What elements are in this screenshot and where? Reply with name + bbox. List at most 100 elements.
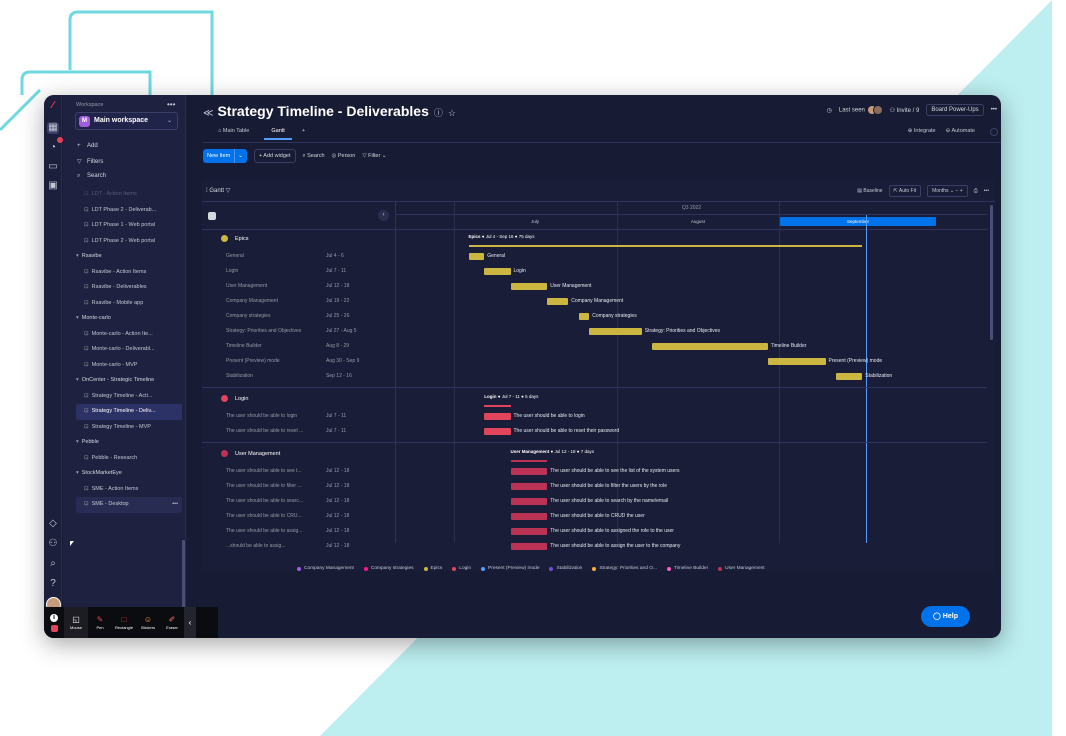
gantt-bar[interactable] — [510, 283, 548, 290]
gantt-bar[interactable] — [484, 428, 511, 435]
filters-action[interactable]: ▽ Filters — [77, 158, 103, 165]
mouse-tool[interactable]: ◱ Mouse — [64, 607, 88, 638]
gantt-item-row[interactable]: Strategy: Priorities and Objectives Jul 2… — [202, 324, 987, 339]
gantt-bar[interactable] — [468, 253, 485, 260]
gantt-bar[interactable] — [510, 513, 548, 520]
gantt-group-row[interactable]: Login Login ● Jul 7 - 11 ● 5 days — [202, 392, 987, 407]
gantt-item-row[interactable]: Timeline Builder Aug 8 - 29 Timeline Build… — [202, 339, 987, 354]
gantt-item-row[interactable]: Present (Preview) mode Aug 30 - Sep 9 Pres… — [202, 354, 987, 369]
calendar-icon[interactable]: ▣ — [47, 180, 59, 192]
sidebar-folder[interactable]: ▾ OnCenter - Strategic Timeline — [76, 373, 182, 389]
integrate-button[interactable]: ⊕ Integrate — [908, 128, 936, 134]
gantt-item-row[interactable]: The user should be able to see t... Jul 1… — [202, 464, 987, 479]
stickers-tool[interactable]: ☺ Stickers — [136, 607, 160, 638]
group-summary-bar[interactable] — [468, 245, 863, 247]
gantt-group-row[interactable]: Epics Epics ● Jul 4 - Sep 16 ● 75 days — [202, 232, 987, 247]
export-icon[interactable]: ⎙ — [974, 188, 978, 194]
help-icon[interactable]: ? — [47, 578, 59, 590]
sidebar-board-item[interactable]: ⊡ SME - Desktop ••• — [76, 497, 182, 513]
collapse-header-button[interactable] — [990, 128, 998, 136]
gantt-item-row[interactable]: Company strategies Jul 25 - 26 Company str… — [202, 309, 987, 324]
puzzle-icon[interactable]: ◇ — [47, 518, 59, 530]
sidebar-folder[interactable]: ▾ Monte-carlo — [76, 311, 182, 327]
gantt-item-row[interactable]: The user should be able to searc... Jul 1… — [202, 494, 987, 509]
invite-button[interactable]: ⚇ Invite / 9 — [890, 107, 920, 114]
search-icon[interactable]: ⌕ — [47, 558, 59, 570]
gantt-item-row[interactable]: General Jul 4 - 6 General — [202, 249, 987, 264]
group-summary-bar[interactable] — [510, 460, 548, 462]
sidebar-folder[interactable]: ▾ StockMarketEye — [76, 466, 182, 482]
rectangle-tool[interactable]: □ Rectangle — [112, 607, 136, 638]
more-icon[interactable]: ••• — [172, 497, 178, 513]
sidebar-board-item[interactable]: ⊡ Strategy Timeline - Deliv... — [76, 404, 182, 420]
gantt-bar[interactable] — [510, 543, 548, 550]
sidebar-folder[interactable]: ▾ Rsavibe — [76, 249, 182, 265]
zoom-out-button[interactable]: − — [955, 188, 958, 194]
gantt-bar[interactable] — [510, 498, 548, 505]
gantt-bar[interactable] — [484, 413, 511, 420]
add-widget-button[interactable]: + Add widget — [253, 149, 296, 163]
sidebar-board-item[interactable]: ⊡ LDT Phase 2 - Web portal — [76, 234, 182, 250]
monday-logo-icon[interactable]: ∕ — [47, 100, 59, 112]
more-icon[interactable]: ••• — [984, 188, 989, 194]
zoom-in-button[interactable]: + — [960, 188, 963, 194]
gantt-bar[interactable] — [510, 468, 548, 475]
sidebar-board-item[interactable]: ⊡ Strategy Timeline - MVP — [76, 420, 182, 436]
auto-fit-button[interactable]: ⇱ Auto Fit — [888, 185, 922, 197]
workspace-selector[interactable]: M Main workspace ⌄ — [75, 112, 178, 130]
stop-button[interactable] — [50, 624, 58, 632]
filter-icon[interactable]: ▽ — [226, 188, 231, 194]
sidebar-board-item[interactable]: ⊡ SME - Action Items — [76, 482, 182, 498]
activity-icon[interactable]: ◷ — [827, 107, 832, 114]
gantt-group-row[interactable]: User Management User Management ● Jul 12 … — [202, 447, 987, 462]
sidebar-board-item[interactable]: ⊡ LDT Phase 1 - Web portal — [76, 218, 182, 234]
baseline-button[interactable]: ▤ Baseline — [857, 188, 882, 194]
sidebar-board-item[interactable]: ⊡ Monte-carlo - MVP — [76, 358, 182, 374]
grid-icon[interactable]: ▦ — [47, 122, 59, 134]
gantt-bar[interactable] — [484, 268, 511, 275]
gantt-item-row[interactable]: ...should be able to assig... Jul 12 - 18… — [202, 539, 987, 554]
automate-button[interactable]: ⊖ Automate — [946, 128, 975, 134]
invite-members-icon[interactable]: ⚇ — [47, 538, 59, 550]
pen-tool[interactable]: ✎ Pen — [88, 607, 112, 638]
new-item-button[interactable]: New Item ⌄ — [203, 149, 247, 163]
search-button[interactable]: ⌕ Search — [303, 153, 325, 160]
tab-gantt[interactable]: Gantt — [260, 128, 295, 140]
workspace-more-icon[interactable]: ••• — [167, 100, 175, 109]
person-filter-button[interactable]: ◎ Person — [332, 153, 356, 159]
add-action[interactable]: + Add — [77, 143, 98, 149]
gantt-bar[interactable] — [510, 483, 548, 490]
gantt-bar[interactable] — [510, 528, 548, 535]
gantt-bar[interactable] — [836, 373, 863, 380]
filter-button[interactable]: ▽ Filter ⌄ — [362, 153, 386, 159]
group-toggle-icon[interactable] — [208, 212, 216, 220]
gantt-bar[interactable] — [578, 313, 590, 320]
eraser-tool[interactable]: ✐ Eraser — [160, 607, 184, 638]
gantt-bar[interactable] — [547, 298, 569, 305]
sidebar-board-item[interactable]: ⊡ Monte-carlo - Deliverabl... — [76, 342, 182, 358]
search-action[interactable]: ⌕ Search — [77, 173, 106, 180]
sidebar-board-item[interactable]: ⊡ Rsavibe - Mobile app — [76, 296, 182, 312]
sidebar-board-item[interactable]: ⊡ LDT Phase 2 - Deliverab... — [76, 203, 182, 219]
gantt-bar[interactable] — [652, 343, 768, 350]
info-icon[interactable]: ⓘ — [434, 108, 443, 118]
tab-main-table[interactable]: ⌂ Main Table — [207, 128, 260, 140]
gantt-item-row[interactable]: The user should be able to filter ... Jul… — [202, 479, 987, 494]
group-summary-bar[interactable] — [484, 405, 511, 407]
sidebar-board-item[interactable]: ⊡ Monte-carlo - Action Ite... — [76, 327, 182, 343]
inbox-icon[interactable]: ▭ — [47, 161, 59, 173]
last-seen[interactable]: Last seen — [839, 105, 883, 115]
collapse-list-button[interactable]: ‹ — [378, 210, 389, 221]
star-icon[interactable]: ☆ — [448, 108, 456, 118]
gantt-scrollbar[interactable] — [990, 205, 993, 340]
chevron-down-icon[interactable]: ⌄ — [234, 149, 243, 163]
gantt-item-row[interactable]: The user should be able to login Jul 7 - … — [202, 409, 987, 424]
gantt-item-row[interactable]: The user should be able to CRU... Jul 12 … — [202, 509, 987, 524]
board-power-ups-button[interactable]: Board Power-Ups — [926, 104, 984, 116]
add-view-button[interactable]: + — [296, 128, 311, 140]
gantt-item-row[interactable]: The user should be able to assig... Jul 1… — [202, 524, 987, 539]
help-button[interactable]: ◯ Help — [921, 606, 970, 627]
gantt-item-row[interactable]: Login Jul 7 - 11 Login — [202, 264, 987, 279]
scale-select[interactable]: Months ⌄ − + — [927, 185, 968, 197]
sidebar-board-item[interactable]: ⊡ Strategy Timeline - Acti... — [76, 389, 182, 405]
